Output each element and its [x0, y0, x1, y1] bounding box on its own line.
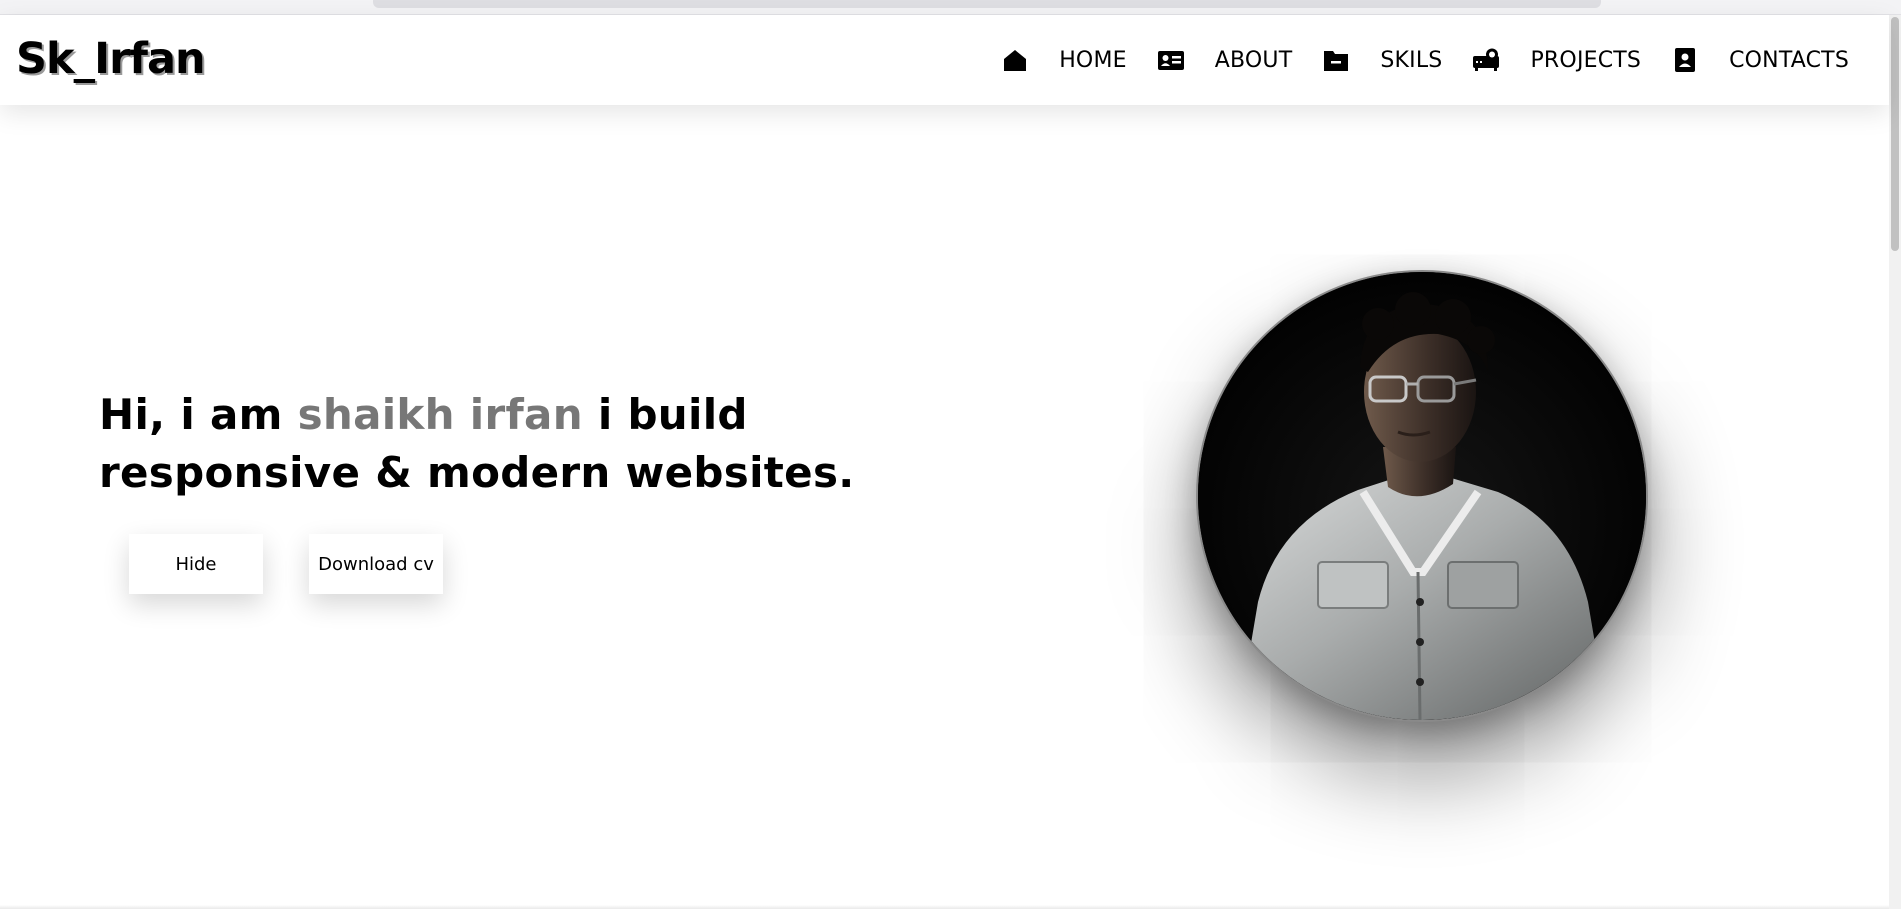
nav-label-skils: SKILS [1380, 47, 1443, 73]
id-card-icon [1157, 51, 1184, 70]
download-cv-button[interactable]: Download cv [309, 534, 443, 594]
portrait-photo [1198, 272, 1646, 720]
nav-item-contacts[interactable]: CONTACTS [1671, 46, 1849, 74]
nav-menu: HOME ABOUT SKILS PROJECTS CONTACTS [971, 15, 1849, 105]
browser-top-strip [0, 0, 1901, 15]
nav-item-skils[interactable]: SKILS [1322, 46, 1442, 74]
nav-label-projects: PROJECTS [1530, 47, 1642, 73]
hero-line2: responsive & modern websites. [99, 448, 855, 498]
browser-top-bar [373, 0, 1601, 8]
scrollbar-thumb[interactable] [1891, 17, 1899, 251]
nav-label-contacts: CONTACTS [1729, 47, 1849, 73]
nav-label-about: ABOUT [1214, 47, 1293, 73]
home-icon [1004, 50, 1027, 71]
page-scrollbar[interactable] [1889, 15, 1901, 909]
hero-intro: Hi, i am [99, 390, 298, 440]
navbar: Sk_Irfan HOME ABOUT SKILS PROJECTS CONTA… [0, 15, 1889, 105]
hide-button[interactable]: Hide [129, 534, 263, 594]
site-logo[interactable]: Sk_Irfan [16, 31, 206, 87]
profile-photo [1196, 270, 1648, 722]
bottom-edge [0, 905, 1889, 909]
nav-item-about[interactable]: ABOUT [1157, 46, 1293, 74]
hero-line1-rest: i build [582, 390, 748, 440]
projector-icon [1473, 48, 1500, 71]
hero-name: shaikh irfan [297, 390, 583, 440]
nav-label-home: HOME [1059, 47, 1127, 73]
nav-item-home[interactable]: HOME [1001, 46, 1127, 74]
nav-item-projects[interactable]: PROJECTS [1472, 46, 1641, 74]
address-book-icon [1675, 48, 1696, 72]
hero-heading: Hi, i am shaikh irfan i build responsive… [99, 386, 859, 502]
folder-icon [1324, 51, 1349, 71]
